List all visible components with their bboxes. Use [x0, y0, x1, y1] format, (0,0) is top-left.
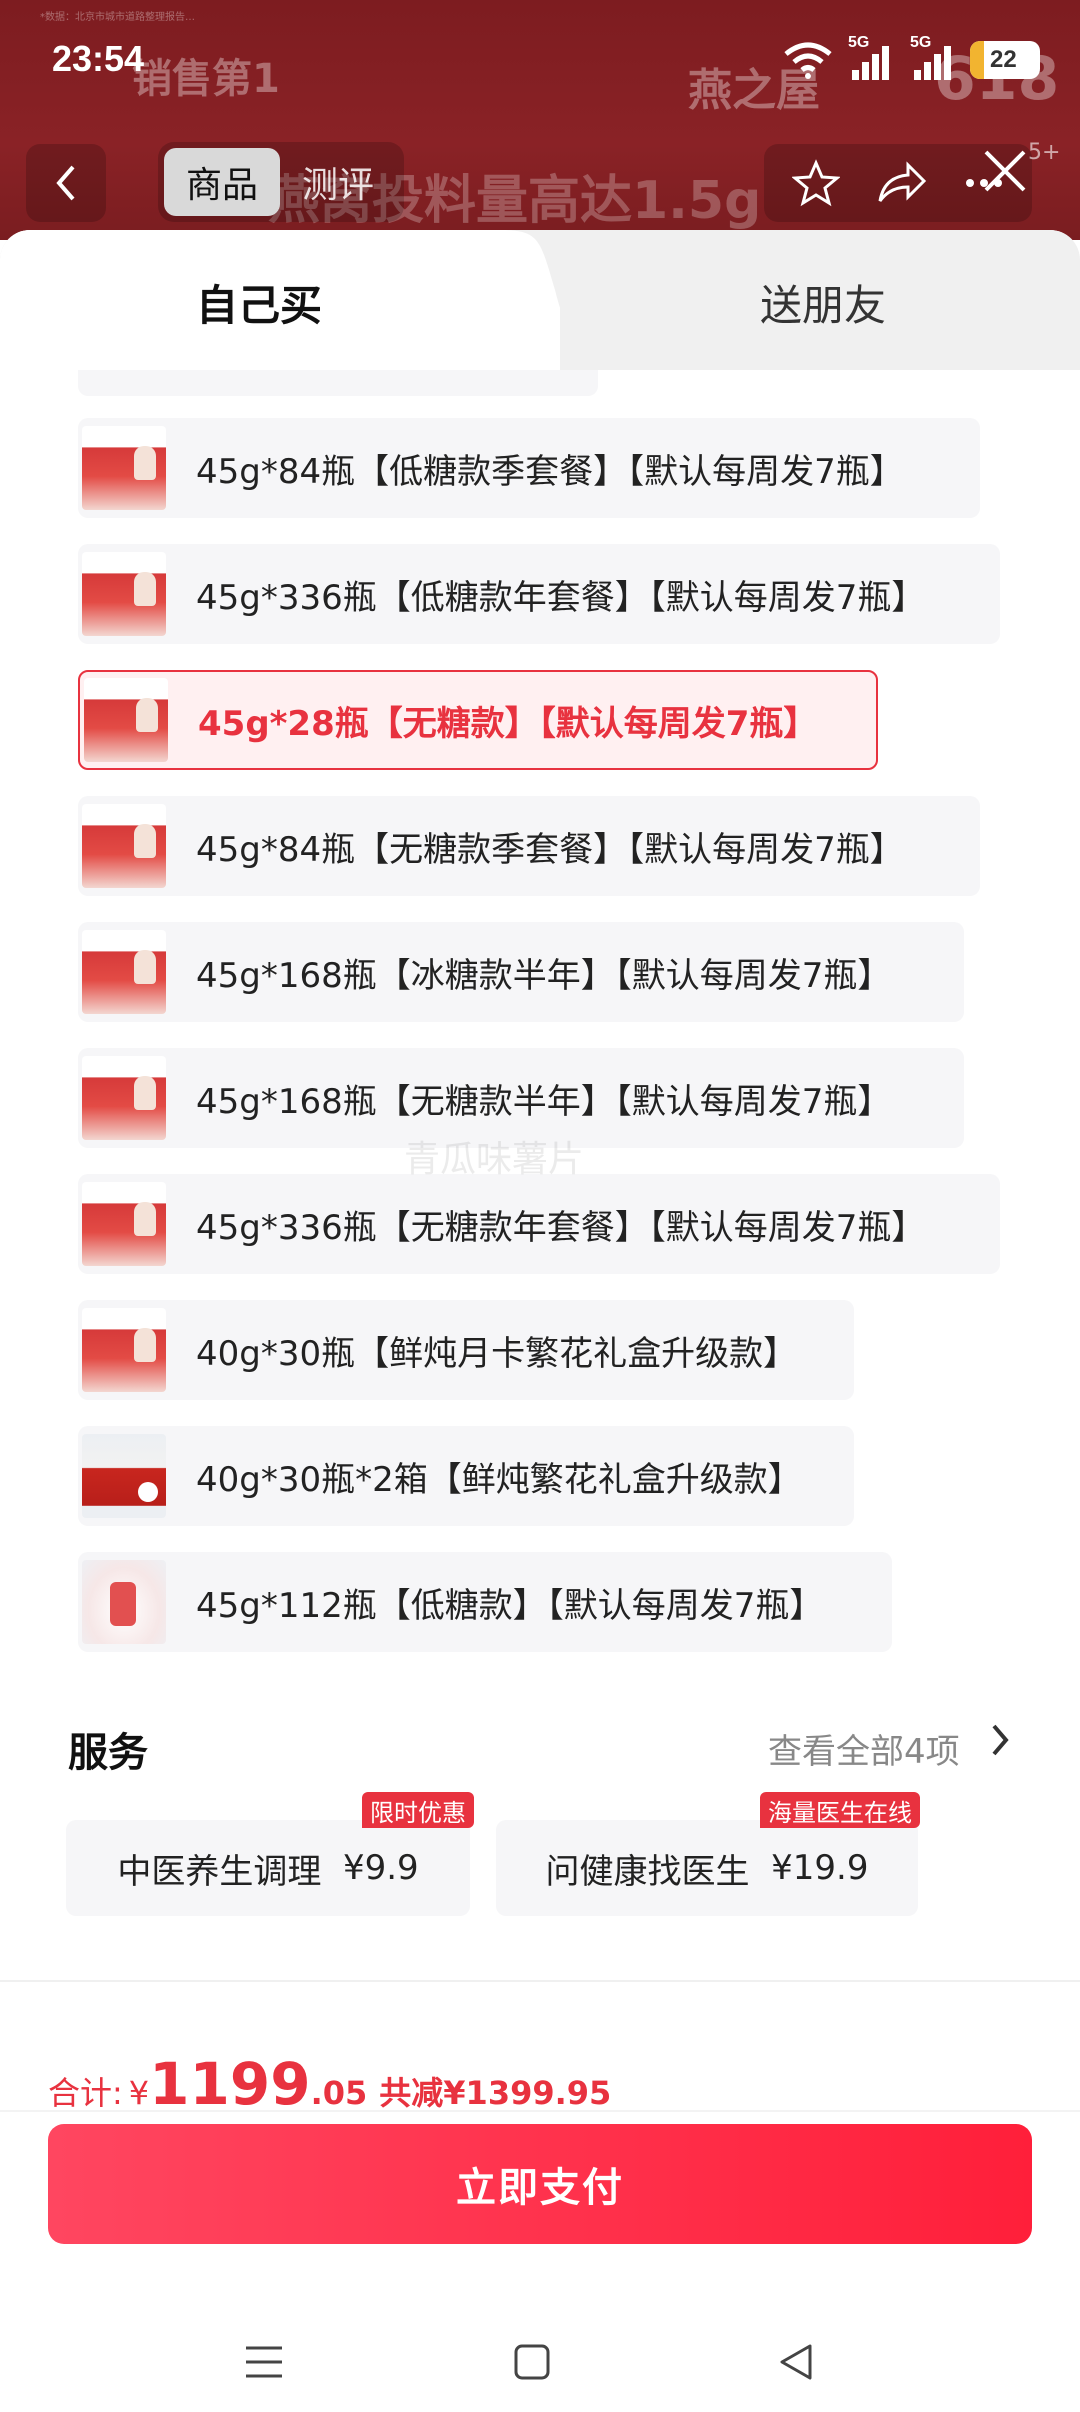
sku-option[interactable]: 45g*168瓶【冰糖款半年】【默认每周发7瓶】 [78, 922, 964, 1022]
sku-option-label: 45g*168瓶【无糖款半年】【默认每周发7瓶】 [196, 1081, 892, 1122]
tab-product[interactable]: 商品 [164, 148, 280, 216]
sku-option-label: 45g*112瓶【低糖款】【默认每周发7瓶】 [196, 1585, 824, 1626]
sku-option[interactable]: 45g*112瓶【低糖款】【默认每周发7瓶】 [78, 1552, 892, 1652]
wifi-icon [784, 42, 832, 79]
product-thumbnail [82, 1434, 166, 1518]
pay-now-button[interactable]: 立即支付 [48, 2124, 1032, 2244]
system-navigation-bar [0, 2300, 1080, 2412]
signal-icon-1: 5G [846, 34, 896, 80]
sku-option-label: 45g*84瓶【低糖款季套餐】【默认每周发7瓶】 [196, 451, 904, 492]
back-button[interactable] [26, 144, 106, 222]
footer-divider [0, 2110, 1080, 2112]
product-thumbnail [82, 1560, 166, 1644]
product-thumbnail [82, 552, 166, 636]
star-icon[interactable] [792, 159, 840, 207]
sku-option-label: 45g*168瓶【冰糖款半年】【默认每周发7瓶】 [196, 955, 892, 996]
battery-icon: 22 [970, 41, 1040, 79]
sku-sheet: 自己买 送朋友 45g*84瓶【低糖款季套餐】【默认每周发7瓶】 45g*336… [0, 230, 1080, 1980]
watermark: 青瓜味薯片 [404, 1139, 585, 1180]
product-thumbnail [82, 1182, 166, 1266]
home-icon[interactable] [514, 2344, 550, 2380]
sku-option[interactable]: 45g*336瓶【无糖款年套餐】【默认每周发7瓶】 [78, 1174, 1000, 1274]
sku-option-label: 45g*28瓶【无糖款】【默认每周发7瓶】 [198, 703, 818, 744]
total-currency: ¥ [128, 2074, 150, 2112]
product-thumbnail [84, 678, 168, 762]
signal-icon-2: 5G [908, 34, 958, 80]
product-thumbnail [82, 1056, 166, 1140]
share-icon[interactable] [876, 159, 928, 207]
sku-option-selected[interactable]: 45g*28瓶【无糖款】【默认每周发7瓶】 [78, 670, 878, 770]
banner-sales-text: 销售第1 [132, 56, 280, 102]
sku-option-label: 45g*336瓶【低糖款年套餐】【默认每周发7瓶】 [196, 577, 926, 618]
status-time: 23:54 [52, 38, 145, 79]
chevron-right-icon[interactable] [990, 1722, 1012, 1758]
order-total: 合计: ¥ 1199 .05 共减¥1399.95 [48, 2050, 611, 2118]
message-badge: 5+ [1028, 140, 1061, 165]
status-icons: 5G 5G 22 [782, 34, 1040, 80]
sku-option[interactable]: 45g*84瓶【无糖款季套餐】【默认每周发7瓶】 [78, 796, 980, 896]
total-amount: 1199 [149, 2050, 311, 2118]
service-card[interactable]: 中医养生调理 ¥9.9 [66, 1820, 470, 1916]
sku-option-label: 40g*30瓶*2箱【鲜炖繁花礼盒升级款】 [196, 1459, 802, 1500]
service-badge: 限时优惠 [362, 1792, 474, 1828]
close-icon[interactable] [980, 146, 1030, 196]
tab-buy-for-self[interactable]: 自己买 [196, 272, 322, 333]
product-thumbnail [82, 804, 166, 888]
sku-option-partial[interactable] [78, 370, 598, 396]
sheet-tabs: 自己买 送朋友 [0, 230, 1080, 370]
services-view-all[interactable]: 查看全部4项 [768, 1724, 960, 1773]
banner-fineprint: *数据：北京市城市道路整理报告… [40, 12, 195, 23]
service-price: ¥9.9 [342, 1848, 419, 1888]
service-name: 中医养生调理 [117, 1851, 322, 1892]
sku-option[interactable]: 40g*30瓶【鲜炖月卡繁花礼盒升级款】 [78, 1300, 854, 1400]
sku-option[interactable]: 45g*84瓶【低糖款季套餐】【默认每周发7瓶】 [78, 418, 980, 518]
product-thumbnail [82, 1308, 166, 1392]
total-decimal: .05 [310, 2074, 368, 2112]
total-label: 合计: [48, 2074, 123, 2112]
sku-option-label: 45g*84瓶【无糖款季套餐】【默认每周发7瓶】 [196, 829, 904, 870]
service-card[interactable]: 问健康找医生 ¥19.9 [496, 1820, 918, 1916]
service-name: 问健康找医生 [545, 1851, 750, 1892]
sku-option[interactable]: 45g*336瓶【低糖款年套餐】【默认每周发7瓶】 [78, 544, 1000, 644]
services-title: 服务 [68, 1730, 148, 1776]
back-nav-icon[interactable] [778, 2344, 814, 2380]
sku-option[interactable]: 40g*30瓶*2箱【鲜炖繁花礼盒升级款】 [78, 1426, 854, 1526]
service-badge: 海量医生在线 [760, 1792, 920, 1828]
discount-amount: 共减¥1399.95 [379, 2074, 612, 2112]
service-price: ¥19.9 [771, 1848, 869, 1888]
page-tabs: 商品 测评 [158, 142, 404, 222]
sku-option-label: 45g*336瓶【无糖款年套餐】【默认每周发7瓶】 [196, 1207, 926, 1248]
sku-option-label: 40g*30瓶【鲜炖月卡繁花礼盒升级款】 [196, 1333, 798, 1374]
product-thumbnail [82, 930, 166, 1014]
product-thumbnail [82, 426, 166, 510]
chevron-left-icon [56, 165, 75, 201]
tab-gift-to-friend[interactable]: 送朋友 [760, 272, 886, 333]
tab-review[interactable]: 测评 [302, 156, 374, 208]
menu-icon[interactable] [244, 2344, 284, 2380]
